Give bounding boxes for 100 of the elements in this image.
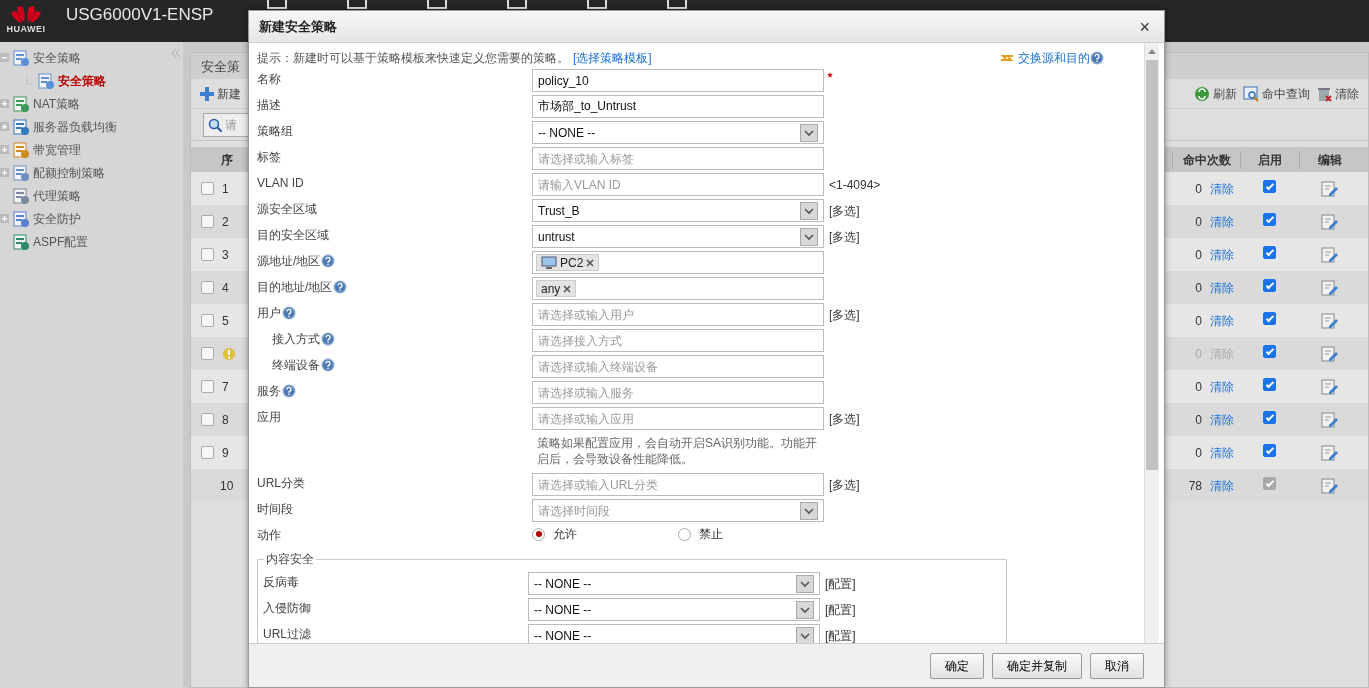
swap-link[interactable]: 交换源和目的 — [1018, 49, 1090, 67]
multi-select-link[interactable]: [多选] — [829, 225, 860, 246]
expand-toggle-icon[interactable] — [0, 122, 9, 131]
menu-icon[interactable] — [427, 0, 448, 9]
edit-icon[interactable] — [1321, 478, 1338, 495]
help-icon[interactable] — [321, 358, 335, 372]
tag-field[interactable]: PC2 — [532, 251, 824, 274]
clear-link[interactable]: 清除 — [1210, 245, 1234, 264]
remove-icon[interactable] — [586, 258, 595, 267]
multi-select-link[interactable]: [多选] — [829, 473, 860, 494]
sidebar-item[interactable]: 安全策略 — [58, 71, 106, 90]
expand-toggle-icon[interactable] — [0, 145, 9, 154]
clear-link[interactable]: 清除 — [1210, 278, 1234, 297]
edit-icon[interactable] — [1321, 313, 1338, 330]
input-field[interactable]: 市场部_to_Untrust — [532, 95, 824, 118]
help-icon[interactable] — [321, 254, 336, 268]
dialog-button[interactable]: 确定 — [930, 652, 984, 679]
dropdown[interactable]: -- NONE -- — [528, 572, 820, 595]
dialog-button[interactable]: 取消 — [1090, 652, 1144, 679]
edit-icon[interactable] — [1321, 247, 1338, 264]
menu-icon[interactable] — [267, 0, 288, 9]
new-button[interactable]: 新建 — [197, 84, 244, 103]
scrollbar-thumb[interactable] — [1146, 60, 1158, 470]
row-checkbox[interactable] — [201, 215, 214, 228]
sidebar-item[interactable]: 安全策略 — [33, 48, 81, 67]
configure-link[interactable]: [配置] — [825, 624, 856, 643]
input-field[interactable]: 请选择或输入URL分类 — [532, 473, 824, 496]
menu-icon[interactable] — [667, 0, 688, 9]
input-field[interactable]: 请输入VLAN ID — [532, 173, 824, 196]
expand-toggle-icon[interactable] — [0, 214, 9, 223]
row-checkbox[interactable] — [201, 380, 214, 393]
edit-icon[interactable] — [1321, 412, 1338, 429]
multi-select-link[interactable]: [多选] — [829, 407, 860, 428]
dialog-button[interactable]: 确定并复制 — [992, 652, 1082, 679]
tag-chip[interactable]: PC2 — [536, 254, 600, 271]
input-field[interactable]: 请选择或输入用户 — [532, 303, 824, 326]
multi-select-link[interactable]: [多选] — [829, 303, 860, 324]
dropdown[interactable]: -- NONE -- — [532, 121, 824, 144]
help-icon[interactable] — [333, 280, 348, 294]
help-icon[interactable] — [282, 306, 296, 320]
toolbar-button[interactable]: 刷新 — [1191, 84, 1240, 103]
sidebar-item[interactable]: 安全防护 — [33, 209, 81, 228]
toolbar-button[interactable]: 命中查询 — [1240, 84, 1313, 103]
input-field[interactable]: 请选择或输入标签 — [532, 147, 824, 170]
dropdown[interactable]: -- NONE -- — [528, 624, 820, 643]
sidebar-item[interactable]: ASPF配置 — [33, 232, 89, 251]
input-field[interactable]: 请选择或输入终端设备 — [532, 355, 824, 378]
dropdown[interactable]: untrust — [532, 225, 824, 248]
enable-checkbox[interactable] — [1263, 344, 1276, 358]
edit-icon[interactable] — [1321, 214, 1338, 231]
clear-link[interactable]: 清除 — [1210, 443, 1234, 462]
clear-link[interactable]: 清除 — [1210, 179, 1234, 198]
close-button[interactable]: × — [1135, 17, 1154, 36]
clear-link[interactable]: 清除 — [1210, 311, 1234, 330]
expand-toggle-icon[interactable] — [0, 99, 9, 108]
template-link[interactable]: [选择策略模板] — [573, 49, 652, 67]
tag-field[interactable]: any — [532, 277, 824, 300]
row-checkbox[interactable] — [201, 314, 214, 327]
input-field[interactable]: 请选择接入方式 — [532, 329, 824, 352]
scrollbar[interactable] — [1144, 43, 1159, 643]
menu-icon[interactable] — [587, 0, 608, 9]
enable-checkbox[interactable] — [1263, 410, 1276, 424]
sidebar-item[interactable]: 带宽管理 — [33, 140, 81, 159]
enable-checkbox[interactable] — [1263, 179, 1276, 193]
enable-checkbox[interactable] — [1263, 212, 1276, 226]
enable-checkbox[interactable] — [1263, 377, 1276, 391]
clear-link[interactable]: 清除 — [1210, 476, 1234, 495]
sidebar-item[interactable]: 代理策略 — [33, 186, 81, 205]
radio-button[interactable] — [678, 527, 691, 541]
sidebar-item[interactable]: 服务器负载均衡 — [33, 117, 117, 136]
row-checkbox[interactable] — [201, 413, 214, 426]
sidebar-item[interactable]: NAT策略 — [33, 94, 81, 113]
edit-icon[interactable] — [1321, 181, 1338, 198]
configure-link[interactable]: [配置] — [825, 598, 856, 619]
edit-icon[interactable] — [1321, 346, 1338, 363]
clear-link[interactable]: 清除 — [1210, 377, 1234, 396]
row-checkbox[interactable] — [201, 248, 214, 261]
enable-checkbox[interactable] — [1263, 311, 1276, 325]
radio-button[interactable] — [532, 527, 545, 541]
menu-icon[interactable] — [347, 0, 368, 9]
enable-checkbox[interactable] — [1263, 443, 1276, 457]
menu-icon[interactable] — [507, 0, 528, 9]
help-icon[interactable] — [1090, 51, 1104, 65]
toolbar-button[interactable]: 清除 — [1313, 84, 1362, 103]
row-checkbox[interactable] — [201, 347, 214, 360]
collapse-toggle-icon[interactable] — [0, 53, 9, 62]
tag-chip[interactable]: any — [536, 280, 577, 297]
input-field[interactable]: 请选择或输入服务 — [532, 381, 824, 404]
help-icon[interactable] — [282, 384, 296, 398]
edit-icon[interactable] — [1321, 379, 1338, 396]
remove-icon[interactable] — [563, 284, 572, 293]
row-checkbox[interactable] — [201, 182, 214, 195]
help-icon[interactable] — [321, 332, 335, 346]
sidebar-item[interactable]: 配额控制策略 — [33, 163, 105, 182]
dropdown[interactable]: -- NONE -- — [528, 598, 820, 621]
enable-checkbox[interactable] — [1263, 245, 1276, 259]
clear-link[interactable]: 清除 — [1210, 410, 1234, 429]
input-field[interactable]: 请选择或输入应用 — [532, 407, 824, 430]
clear-link[interactable]: 清除 — [1210, 212, 1234, 231]
configure-link[interactable]: [配置] — [825, 572, 856, 593]
